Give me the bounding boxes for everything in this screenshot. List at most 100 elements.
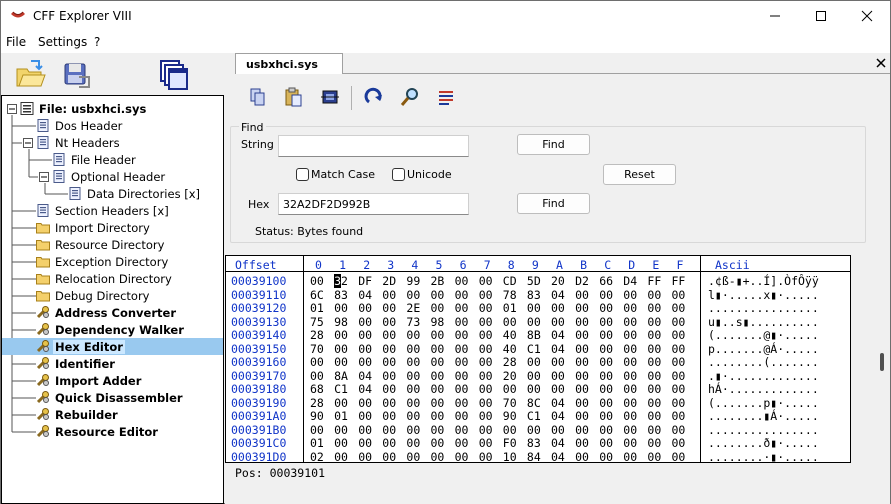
tree-item-address-converter[interactable]: Address Converter — [2, 304, 223, 321]
goto-offset-icon[interactable] — [361, 84, 387, 110]
hex-byte[interactable]: 00 — [406, 328, 420, 342]
hex-byte[interactable]: 00 — [358, 315, 372, 329]
hex-byte[interactable]: 00 — [479, 450, 493, 464]
hex-byte[interactable]: 00 — [575, 355, 589, 369]
hex-byte[interactable]: 8A — [334, 369, 348, 383]
hex-byte[interactable]: 00 — [382, 382, 396, 396]
hex-row[interactable]: 00039110 6C 83 04 00 00 00 00 00 78 83 04 00 00 00 00 00… — [226, 288, 850, 302]
hex-byte[interactable]: 00 — [623, 342, 637, 356]
hex-byte[interactable]: 00 — [455, 369, 469, 383]
hex-byte[interactable]: 00 — [382, 315, 396, 329]
hex-byte[interactable]: 00 — [551, 315, 565, 329]
hex-byte[interactable]: 83 — [334, 288, 348, 302]
select-block-icon[interactable] — [317, 84, 343, 110]
hex-byte[interactable]: FF — [672, 274, 686, 288]
tree-item-section-headers-x[interactable]: Section Headers [x] — [2, 202, 223, 219]
hex-byte[interactable]: C1 — [527, 409, 541, 423]
hex-byte[interactable]: 00 — [647, 436, 661, 450]
hex-byte[interactable]: 00 — [406, 369, 420, 383]
hex-byte[interactable]: 00 — [647, 423, 661, 437]
hex-byte[interactable]: 01 — [334, 409, 348, 423]
hex-ascii[interactable]: ........·▮·..... — [708, 450, 819, 464]
hex-byte[interactable]: 00 — [623, 409, 637, 423]
hex-byte[interactable]: 00 — [431, 288, 445, 302]
hex-byte[interactable]: 00 — [503, 315, 517, 329]
hex-byte[interactable]: 00 — [599, 436, 613, 450]
hex-byte[interactable]: 00 — [647, 301, 661, 315]
hex-byte[interactable]: 00 — [431, 382, 445, 396]
tree-item-optional-header[interactable]: Optional Header — [2, 168, 223, 185]
hex-byte[interactable]: 00 — [358, 450, 372, 464]
hex-byte[interactable]: 00 — [647, 315, 661, 329]
hex-input[interactable]: 32A2DF2D992B — [278, 193, 469, 215]
hex-byte[interactable]: 98 — [431, 315, 445, 329]
hex-byte[interactable]: 00 — [479, 288, 493, 302]
save-file-icon[interactable] — [59, 57, 93, 91]
hex-byte[interactable]: 00 — [334, 355, 348, 369]
tree-item-rebuilder[interactable]: Rebuilder — [2, 406, 223, 423]
hex-byte[interactable]: 00 — [358, 436, 372, 450]
hex-byte[interactable]: 83 — [527, 436, 541, 450]
hex-row[interactable]: 000391D0 02 00 00 00 00 00 00 00 10 84 04 00 00 00 00 00… — [226, 450, 850, 464]
hex-byte[interactable]: 00 — [623, 423, 637, 437]
hex-byte[interactable]: 00 — [599, 315, 613, 329]
hex-byte[interactable]: 78 — [503, 288, 517, 302]
hex-byte[interactable]: 2E — [406, 301, 420, 315]
hex-byte[interactable]: 00 — [431, 409, 445, 423]
hex-byte[interactable]: 00 — [503, 382, 517, 396]
hex-byte[interactable]: 70 — [503, 396, 517, 410]
hex-byte[interactable]: 00 — [382, 396, 396, 410]
hex-byte[interactable]: 00 — [647, 382, 661, 396]
tree-item-debug-directory[interactable]: Debug Directory — [2, 287, 223, 304]
hex-byte[interactable]: 00 — [455, 382, 469, 396]
hex-byte[interactable]: 00 — [551, 369, 565, 383]
hex-byte[interactable]: 00 — [479, 396, 493, 410]
hex-byte[interactable]: 04 — [358, 288, 372, 302]
hex-byte[interactable]: 00 — [575, 315, 589, 329]
tab-close-icon[interactable] — [876, 58, 886, 68]
hex-byte[interactable]: 00 — [599, 328, 613, 342]
hex-byte[interactable]: 00 — [382, 450, 396, 464]
hex-ascii[interactable]: ........▮Á·..... — [708, 409, 819, 423]
hex-row[interactable]: 00039190 28 00 00 00 00 00 00 00 70 8C 04 00 00 00 00 00… — [226, 396, 850, 410]
open-file-icon[interactable] — [13, 57, 47, 91]
hex-row[interactable]: 00039170 00 8A 04 00 00 00 00 00 20 00 00 00 00 00 00 00… — [226, 369, 850, 383]
hex-byte[interactable]: 04 — [551, 396, 565, 410]
hex-byte[interactable]: D2 — [575, 274, 589, 288]
hex-byte[interactable]: 2D — [382, 274, 396, 288]
hex-byte[interactable]: 00 — [575, 301, 589, 315]
tree-item-import-directory[interactable]: Import Directory — [2, 219, 223, 236]
hex-byte[interactable]: 00 — [431, 369, 445, 383]
hex-byte[interactable]: 90 — [503, 409, 517, 423]
tree-item-nt-headers[interactable]: Nt Headers — [2, 134, 223, 151]
hex-byte[interactable]: 00 — [623, 382, 637, 396]
hex-byte[interactable]: 00 — [310, 369, 324, 383]
hex-byte[interactable]: 00 — [406, 423, 420, 437]
maximize-button[interactable] — [798, 1, 844, 31]
unicode-checkbox[interactable] — [392, 168, 405, 181]
hex-byte[interactable]: 00 — [431, 342, 445, 356]
hex-byte[interactable]: 00 — [599, 342, 613, 356]
hex-byte[interactable]: 00 — [479, 274, 493, 288]
string-input[interactable] — [278, 135, 469, 157]
hex-byte[interactable]: 28 — [310, 396, 324, 410]
hex-byte[interactable]: 00 — [479, 382, 493, 396]
hex-byte[interactable]: 00 — [455, 396, 469, 410]
hex-byte[interactable]: 00 — [382, 301, 396, 315]
find-hex-button[interactable]: Find — [517, 193, 590, 214]
match-case-checkbox[interactable] — [296, 168, 309, 181]
hex-byte[interactable]: 00 — [334, 342, 348, 356]
hex-byte[interactable]: 00 — [672, 328, 686, 342]
hex-byte[interactable]: 00 — [672, 301, 686, 315]
hex-byte[interactable]: 99 — [406, 274, 420, 288]
hex-byte[interactable]: 00 — [334, 450, 348, 464]
hex-byte[interactable]: 00 — [479, 369, 493, 383]
hex-byte[interactable]: 00 — [431, 436, 445, 450]
hex-byte[interactable]: 75 — [310, 315, 324, 329]
hex-byte[interactable]: 00 — [672, 342, 686, 356]
hex-byte[interactable]: 04 — [551, 436, 565, 450]
hex-byte[interactable]: 00 — [431, 355, 445, 369]
hex-byte[interactable]: 00 — [455, 436, 469, 450]
hex-row[interactable]: 000391C0 01 00 00 00 00 00 00 00 F0 83 04 00 00 00 00 00… — [226, 436, 850, 450]
hex-ascii[interactable]: u▮..s▮.......... — [708, 315, 819, 329]
